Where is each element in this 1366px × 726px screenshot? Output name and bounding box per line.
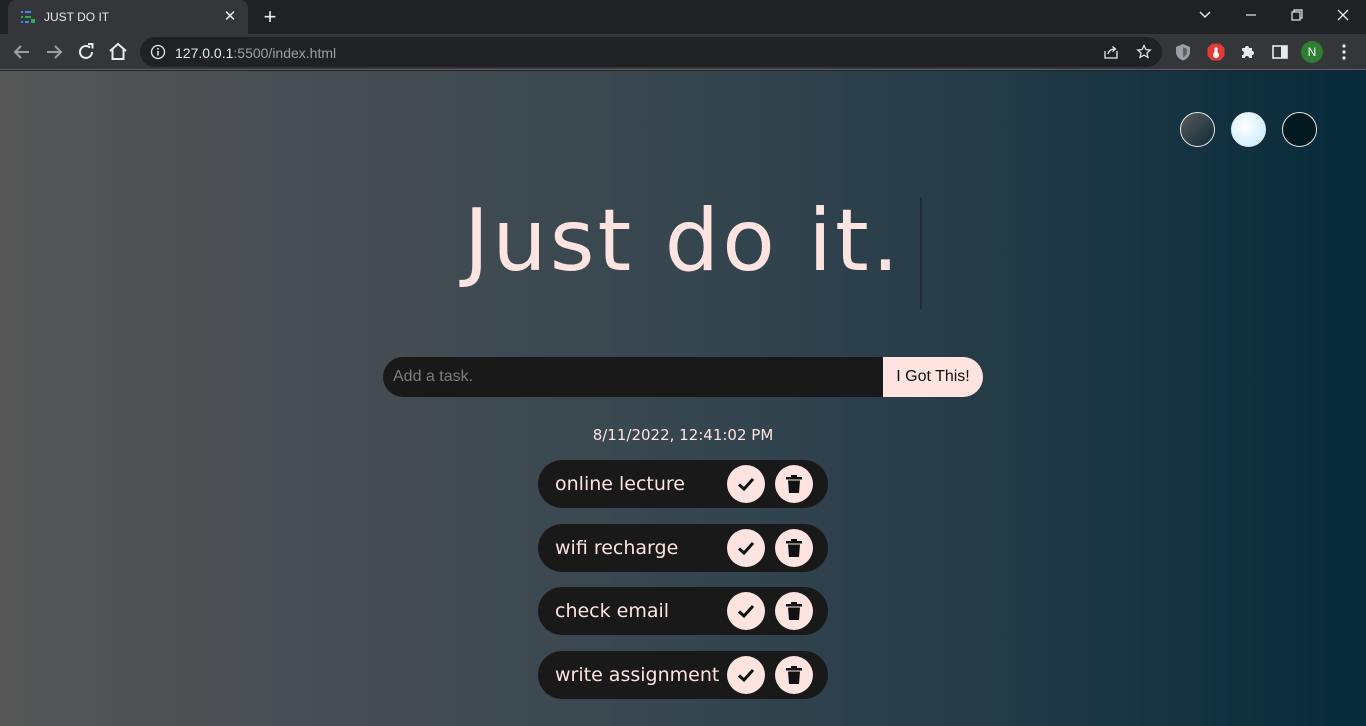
delete-task-button[interactable] — [775, 528, 813, 567]
typing-cursor — [920, 197, 922, 309]
extensions-puzzle-icon[interactable] — [1238, 42, 1258, 62]
todo-list: online lecture wifi recharge check email — [538, 460, 828, 714]
task-input[interactable] — [383, 357, 883, 397]
light-theme-button[interactable] — [1231, 112, 1266, 147]
forward-arrow-icon[interactable] — [42, 40, 66, 64]
url-text: 127.0.0.1:5500/index.html — [175, 45, 336, 61]
tab-close-icon[interactable]: ✕ — [220, 7, 240, 27]
trash-icon — [786, 475, 802, 493]
restore-window-icon[interactable] — [1274, 0, 1320, 30]
trash-icon — [786, 538, 802, 557]
complete-task-button[interactable] — [727, 655, 765, 694]
minimize-window-icon[interactable] — [1228, 0, 1274, 30]
page-title: Just do it. — [463, 191, 903, 291]
share-icon[interactable] — [1103, 44, 1119, 60]
todo-item: check email — [538, 587, 828, 635]
check-icon — [737, 477, 755, 492]
todo-text: check email — [555, 600, 670, 622]
new-tab-button[interactable]: + — [258, 5, 282, 29]
task-form: I Got This! — [383, 357, 983, 397]
delete-task-button[interactable] — [775, 465, 813, 503]
url-host: 127.0.0.1 — [175, 45, 234, 61]
check-icon — [737, 604, 755, 619]
todo-item: wifi recharge — [538, 523, 828, 572]
todo-item: write assignment — [538, 650, 828, 699]
delete-task-button[interactable] — [775, 655, 813, 694]
todo-text: wifi recharge — [555, 536, 679, 559]
todo-text: online lecture — [555, 473, 685, 495]
trash-icon — [786, 665, 802, 684]
page-viewport: Just do it. I Got This! 8/11/2022, 12:41… — [0, 71, 1366, 726]
complete-task-button[interactable] — [727, 465, 765, 503]
browser-tab-bar: JUST DO IT ✕ + — [0, 0, 1366, 34]
site-info-icon[interactable] — [150, 44, 166, 60]
side-panel-icon[interactable] — [1270, 42, 1290, 62]
standard-theme-button[interactable] — [1180, 112, 1215, 147]
bookmark-star-icon[interactable] — [1136, 44, 1152, 60]
check-icon — [737, 541, 755, 555]
check-icon — [737, 668, 755, 682]
browser-tab[interactable]: JUST DO IT ✕ — [8, 0, 248, 34]
theme-selector — [1180, 112, 1317, 147]
delete-task-button[interactable] — [775, 592, 813, 630]
list-favicon-icon — [21, 11, 35, 23]
darker-theme-button[interactable] — [1282, 112, 1317, 147]
browser-toolbar: 127.0.0.1:5500/index.html N — [0, 34, 1366, 70]
url-path: :5500/index.html — [233, 45, 337, 61]
home-icon[interactable] — [106, 40, 130, 64]
reload-icon[interactable] — [74, 40, 98, 64]
add-task-button[interactable]: I Got This! — [883, 357, 983, 397]
address-bar[interactable]: 127.0.0.1:5500/index.html — [140, 37, 1162, 67]
trash-icon — [786, 602, 802, 620]
back-arrow-icon[interactable] — [10, 40, 34, 64]
tab-search-chevron-icon[interactable] — [1182, 0, 1228, 30]
datetime-display: 8/11/2022, 12:41:02 PM — [592, 426, 774, 444]
close-window-icon[interactable] — [1320, 0, 1366, 30]
todo-text: write assignment — [555, 663, 720, 686]
complete-task-button[interactable] — [727, 592, 765, 630]
profile-avatar[interactable]: N — [1301, 41, 1323, 63]
adblock-extension-icon[interactable] — [1206, 42, 1226, 62]
complete-task-button[interactable] — [727, 528, 765, 567]
tab-title: JUST DO IT — [44, 10, 110, 24]
todo-item: online lecture — [538, 460, 828, 508]
shield-extension-icon[interactable] — [1173, 42, 1193, 62]
kebab-menu-icon[interactable] — [1334, 42, 1354, 62]
